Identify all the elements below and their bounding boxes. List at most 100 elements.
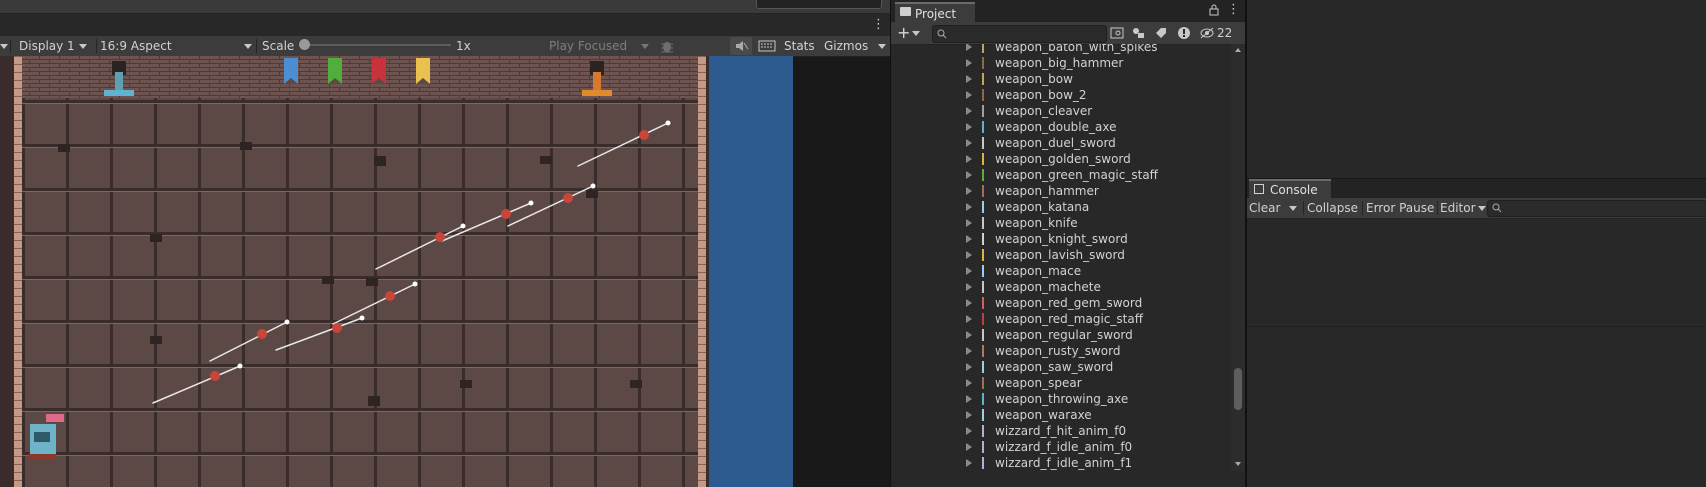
list-item[interactable]: weapon_lavish_sword (891, 247, 1231, 263)
stats-button[interactable]: Stats (784, 36, 815, 56)
gizmos-dropdown[interactable]: Gizmos (824, 36, 886, 56)
asset-name: weapon_waraxe (995, 408, 1092, 422)
list-item[interactable]: weapon_saw_sword (891, 359, 1231, 375)
filter-by-label-icon[interactable] (1130, 25, 1146, 41)
tab-project-label: Project (915, 7, 957, 21)
list-item[interactable]: weapon_knight_sword (891, 231, 1231, 247)
more-options-icon[interactable]: ⋮ (872, 16, 885, 34)
list-item[interactable]: weapon_double_axe (891, 119, 1231, 135)
list-item[interactable]: weapon_knife (891, 215, 1231, 231)
list-item[interactable]: wizzard_f_hit_anim_f0 (891, 423, 1231, 439)
expand-arrow-icon[interactable] (966, 315, 972, 323)
list-item[interactable]: weapon_baton_with_spikes (891, 44, 1231, 55)
console-split-line[interactable] (1247, 326, 1706, 327)
expand-arrow-icon[interactable] (966, 123, 972, 131)
list-item[interactable]: weapon_rusty_sword (891, 343, 1231, 359)
list-item[interactable]: weapon_machete (891, 279, 1231, 295)
info-icon[interactable] (1176, 25, 1192, 41)
list-item[interactable]: weapon_throwing_axe (891, 391, 1231, 407)
project-asset-tree[interactable]: weapon_baton_with_spikes weapon_big_hamme… (891, 44, 1231, 487)
list-item[interactable]: weapon_big_hammer (891, 55, 1231, 71)
tab-console[interactable]: Console (1249, 179, 1331, 199)
expand-arrow-icon[interactable] (966, 331, 972, 339)
hidden-count: 22 (1217, 26, 1233, 40)
expand-arrow-icon[interactable] (966, 235, 972, 243)
list-item[interactable]: weapon_mace (891, 263, 1231, 279)
hidden-packages-toggle[interactable]: 22 (1199, 25, 1241, 41)
collapse-button[interactable]: Collapse (1307, 198, 1358, 218)
play-mode-dropdown[interactable]: Play Focused (549, 36, 649, 56)
expand-arrow-icon[interactable] (966, 443, 972, 451)
list-item[interactable]: weapon_green_magic_staff (891, 167, 1231, 183)
expand-arrow-icon[interactable] (966, 59, 972, 67)
expand-arrow-icon[interactable] (966, 427, 972, 435)
expand-arrow-icon[interactable] (966, 379, 972, 387)
list-item[interactable]: weapon_katana (891, 199, 1231, 215)
list-item[interactable]: weapon_red_gem_sword (891, 295, 1231, 311)
display-dropdown[interactable]: Display 1 (19, 36, 87, 56)
expand-arrow-icon[interactable] (966, 395, 972, 403)
aspect-dropdown[interactable]: 16:9 Aspect (100, 36, 252, 56)
list-item[interactable]: wizzard_f_idle_anim_f1 (891, 455, 1231, 471)
expand-arrow-icon[interactable] (966, 363, 972, 371)
project-menu-icon[interactable]: ⋮ (1227, 2, 1240, 18)
expand-arrow-icon[interactable] (966, 459, 972, 467)
expand-arrow-icon[interactable] (966, 139, 972, 147)
scroll-up-icon[interactable] (1235, 48, 1241, 52)
bug-icon[interactable] (656, 37, 678, 55)
expand-arrow-icon[interactable] (966, 299, 972, 307)
toolbar-left-arrow[interactable] (0, 36, 8, 56)
sprite-asset-icon (978, 57, 988, 69)
expand-arrow-icon[interactable] (966, 283, 972, 291)
expand-arrow-icon[interactable] (966, 171, 972, 179)
asset-name: weapon_bow (995, 72, 1073, 86)
expand-arrow-icon[interactable] (966, 203, 972, 211)
expand-arrow-icon[interactable] (966, 347, 972, 355)
console-log-list[interactable] (1247, 219, 1706, 487)
expand-arrow-icon[interactable] (966, 251, 972, 259)
chevron-down-icon (878, 44, 886, 49)
expand-arrow-icon[interactable] (966, 267, 972, 275)
scale-slider-track[interactable] (305, 44, 451, 46)
list-item[interactable]: weapon_hammer (891, 183, 1231, 199)
list-item[interactable]: weapon_duel_sword (891, 135, 1231, 151)
expand-arrow-icon[interactable] (966, 91, 972, 99)
expand-arrow-icon[interactable] (966, 107, 972, 115)
clear-options-dropdown[interactable] (1287, 198, 1301, 218)
tab-project[interactable]: Project (895, 2, 975, 22)
dungeon-scene (0, 56, 709, 487)
create-dropdown[interactable]: + (897, 24, 923, 42)
focus-on-field[interactable] (756, 0, 882, 9)
editor-dropdown[interactable]: Editor (1440, 198, 1486, 218)
expand-arrow-icon[interactable] (966, 155, 972, 163)
expand-arrow-icon[interactable] (966, 44, 972, 51)
sprite-asset-icon (978, 361, 988, 373)
expand-arrow-icon[interactable] (966, 219, 972, 227)
keyboard-icon[interactable] (756, 37, 778, 55)
scroll-down-icon[interactable] (1235, 462, 1241, 466)
error-pause-button[interactable]: Error Pause (1366, 198, 1434, 218)
list-item[interactable]: weapon_spear (891, 375, 1231, 391)
project-search-input[interactable] (932, 25, 1107, 43)
list-item[interactable]: wizzard_f_idle_anim_f0 (891, 439, 1231, 455)
list-item[interactable]: weapon_regular_sword (891, 327, 1231, 343)
list-item[interactable]: weapon_red_magic_staff (891, 311, 1231, 327)
list-item[interactable]: weapon_cleaver (891, 103, 1231, 119)
list-item[interactable]: weapon_bow_2 (891, 87, 1231, 103)
scale-slider-handle[interactable] (299, 39, 310, 50)
project-scrollbar-thumb[interactable] (1234, 368, 1242, 410)
expand-arrow-icon[interactable] (966, 187, 972, 195)
clear-button[interactable]: Clear (1249, 198, 1280, 218)
list-item[interactable]: weapon_bow (891, 71, 1231, 87)
list-item[interactable]: weapon_waraxe (891, 407, 1231, 423)
search-by-type-icon[interactable] (1109, 25, 1125, 41)
list-item[interactable]: weapon_golden_sword (891, 151, 1231, 167)
console-search-input[interactable] (1487, 200, 1706, 217)
mute-audio-icon[interactable] (730, 37, 752, 55)
sprite-asset-icon (978, 297, 988, 309)
expand-arrow-icon[interactable] (966, 411, 972, 419)
tag-icon[interactable] (1153, 25, 1169, 41)
chevron-down-icon (641, 44, 649, 49)
expand-arrow-icon[interactable] (966, 75, 972, 83)
lock-icon[interactable] (1209, 4, 1219, 16)
